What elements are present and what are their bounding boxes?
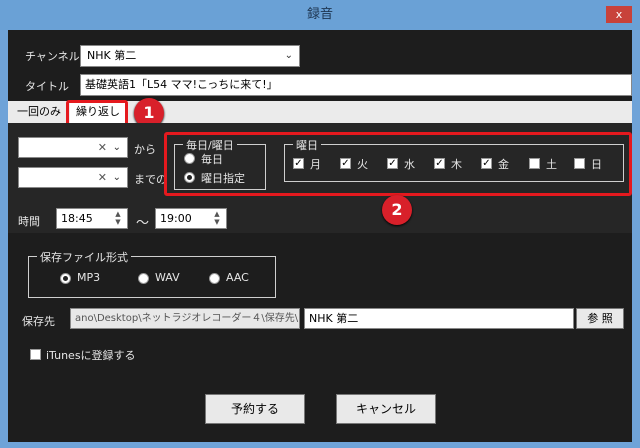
itunes-label: iTunesに登録する: [46, 349, 136, 362]
format-legend: 保存ファイル形式: [37, 249, 131, 265]
channel-select[interactable]: NHK 第二 ⌄: [80, 45, 300, 67]
dialog-client: チャンネル NHK 第二 ⌄ タイトル 基礎英語1「L54 ママ!こっちに来て!…: [8, 30, 632, 442]
clear-icon[interactable]: ✕: [98, 138, 107, 158]
start-date-select[interactable]: ✕ ⌄: [18, 137, 128, 158]
end-time-spinner[interactable]: 19:00 ▲ ▼: [155, 208, 227, 229]
itunes-checkbox[interactable]: [30, 349, 41, 360]
save-folder-input[interactable]: NHK 第二: [304, 308, 574, 329]
window-title: 録音: [306, 7, 333, 22]
browse-button[interactable]: 参 照: [576, 308, 624, 329]
channel-label: チャンネル: [25, 50, 80, 63]
tab-once[interactable]: 一回のみ: [12, 101, 66, 123]
close-button[interactable]: x: [606, 6, 632, 23]
title-bar[interactable]: 録音 x: [0, 0, 640, 30]
channel-value: NHK 第二: [87, 49, 137, 62]
reserve-button[interactable]: 予約する: [205, 394, 305, 424]
radio-mp3[interactable]: [60, 273, 71, 284]
from-label: から: [134, 143, 156, 156]
radio-aac-label: AAC: [226, 271, 249, 284]
end-date-select[interactable]: ✕ ⌄: [18, 167, 128, 188]
spinner-arrows-icon[interactable]: ▲ ▼: [212, 210, 222, 227]
title-label: タイトル: [25, 80, 69, 93]
radio-mp3-label: MP3: [77, 271, 101, 284]
radio-aac[interactable]: [209, 273, 220, 284]
title-input[interactable]: 基礎英語1「L54 ママ!こっちに来て!」: [80, 74, 632, 96]
save-path-field: ano\Desktop\ネットラジオレコーダー４\保存先\: [70, 308, 300, 329]
dialog-window: 録音 x チャンネル NHK 第二 ⌄ タイトル 基礎英語1「L54 ママ!こっ…: [0, 0, 640, 448]
format-group: 保存ファイル形式 MP3 WAV AAC: [28, 249, 276, 298]
start-time-value: 18:45: [61, 212, 93, 225]
clear-icon[interactable]: ✕: [98, 168, 107, 188]
callout-badge-2: 2: [382, 195, 412, 225]
until-label: までの: [134, 173, 167, 186]
spinner-arrows-icon[interactable]: ▲ ▼: [113, 210, 123, 227]
radio-wav[interactable]: [138, 273, 149, 284]
end-time-value: 19:00: [160, 212, 192, 225]
time-separator: ～: [136, 216, 150, 231]
chevron-down-icon: ⌄: [112, 172, 121, 183]
start-time-spinner[interactable]: 18:45 ▲ ▼: [56, 208, 128, 229]
highlight-box-options: [164, 132, 632, 196]
save-to-label: 保存先: [22, 315, 55, 328]
cancel-button[interactable]: キャンセル: [336, 394, 436, 424]
chevron-down-icon: ⌄: [112, 142, 121, 153]
time-label: 時間: [18, 215, 40, 228]
radio-wav-label: WAV: [155, 271, 180, 284]
chevron-down-icon: ⌄: [284, 50, 293, 61]
